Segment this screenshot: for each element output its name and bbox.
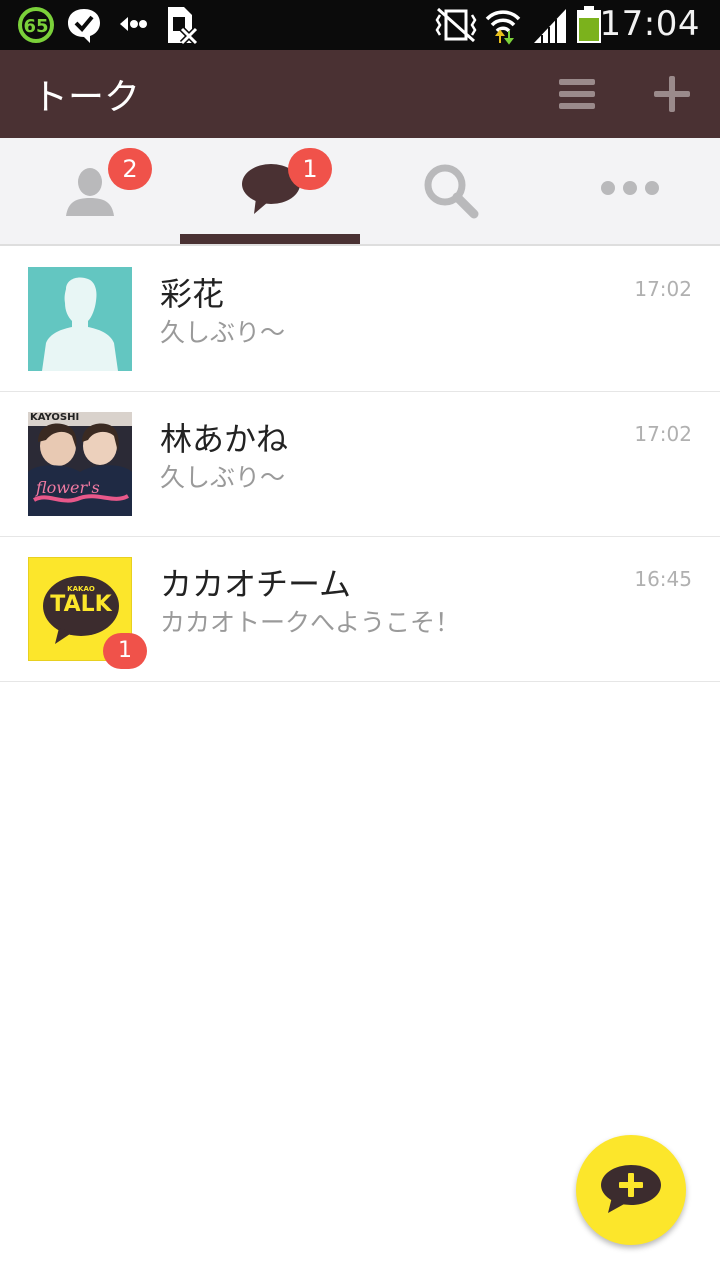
photo-caption: KAYOSHI xyxy=(30,412,80,423)
unread-badge: 1 xyxy=(103,633,147,669)
vibrate-icon xyxy=(434,5,478,49)
search-icon xyxy=(424,164,479,219)
default-avatar-icon xyxy=(28,267,132,371)
update-65-icon: 65 xyxy=(16,5,56,49)
chat-row[interactable]: KAKAO TALK 1 カカオチーム カカオトークへようこそ！ 16:45 xyxy=(0,537,720,682)
kakao-logo-text: TALK xyxy=(50,592,112,617)
menu-icon[interactable] xyxy=(555,72,599,116)
chat-name: 彩花 xyxy=(160,275,225,313)
chat-row[interactable]: 彩花 久しぶり〜 17:02 xyxy=(0,247,720,392)
chat-time: 16:45 xyxy=(634,567,692,591)
tab-friends[interactable]: 2 xyxy=(0,138,180,244)
chat-preview: カカオトークへようこそ！ xyxy=(160,608,461,637)
chat-row[interactable]: KAYOSHI flower's 林あかね 久しぶり〜 17:02 xyxy=(0,392,720,537)
screen: 65 17:04 トーク 2 1 彩花 久しぶり〜 17:02 KAYOSHI … xyxy=(0,0,720,1280)
photo-text: flower's xyxy=(36,478,100,497)
chat-preview: 久しぶり〜 xyxy=(160,463,286,492)
photo-avatar: KAYOSHI flower's xyxy=(28,412,132,516)
wifi-icon xyxy=(484,5,522,49)
chat-list: 彩花 久しぶり〜 17:02 KAYOSHI flower's 林あかね 久しぶ… xyxy=(0,247,720,682)
tab-friends-badge: 2 xyxy=(108,148,152,190)
tab-search[interactable] xyxy=(360,138,540,244)
data-transfer-icon xyxy=(118,12,148,40)
active-tab-indicator xyxy=(180,234,360,244)
chat-name: 林あかね xyxy=(160,420,289,458)
page-title: トーク xyxy=(32,77,141,118)
chat-time: 17:02 xyxy=(634,277,692,301)
chat-preview: 久しぶり〜 xyxy=(160,318,286,347)
tab-more[interactable] xyxy=(540,138,720,244)
new-chat-button[interactable] xyxy=(576,1135,686,1245)
more-icon xyxy=(601,181,659,195)
status-time: 17:04 xyxy=(599,4,700,44)
tab-chats[interactable]: 1 xyxy=(180,138,360,244)
sim-x-icon xyxy=(164,5,199,49)
new-chat-icon xyxy=(601,1165,661,1213)
app-bar: トーク xyxy=(0,50,720,138)
tab-bar: 2 1 xyxy=(0,138,720,246)
signal-icon xyxy=(532,5,568,49)
update-count: 65 xyxy=(23,16,48,37)
tab-chats-badge: 1 xyxy=(288,148,332,190)
chat-time: 17:02 xyxy=(634,422,692,446)
add-icon[interactable] xyxy=(650,72,694,116)
status-bar: 65 17:04 xyxy=(0,0,720,50)
chat-name: カカオチーム xyxy=(160,565,352,603)
check-bubble-icon xyxy=(66,5,102,49)
